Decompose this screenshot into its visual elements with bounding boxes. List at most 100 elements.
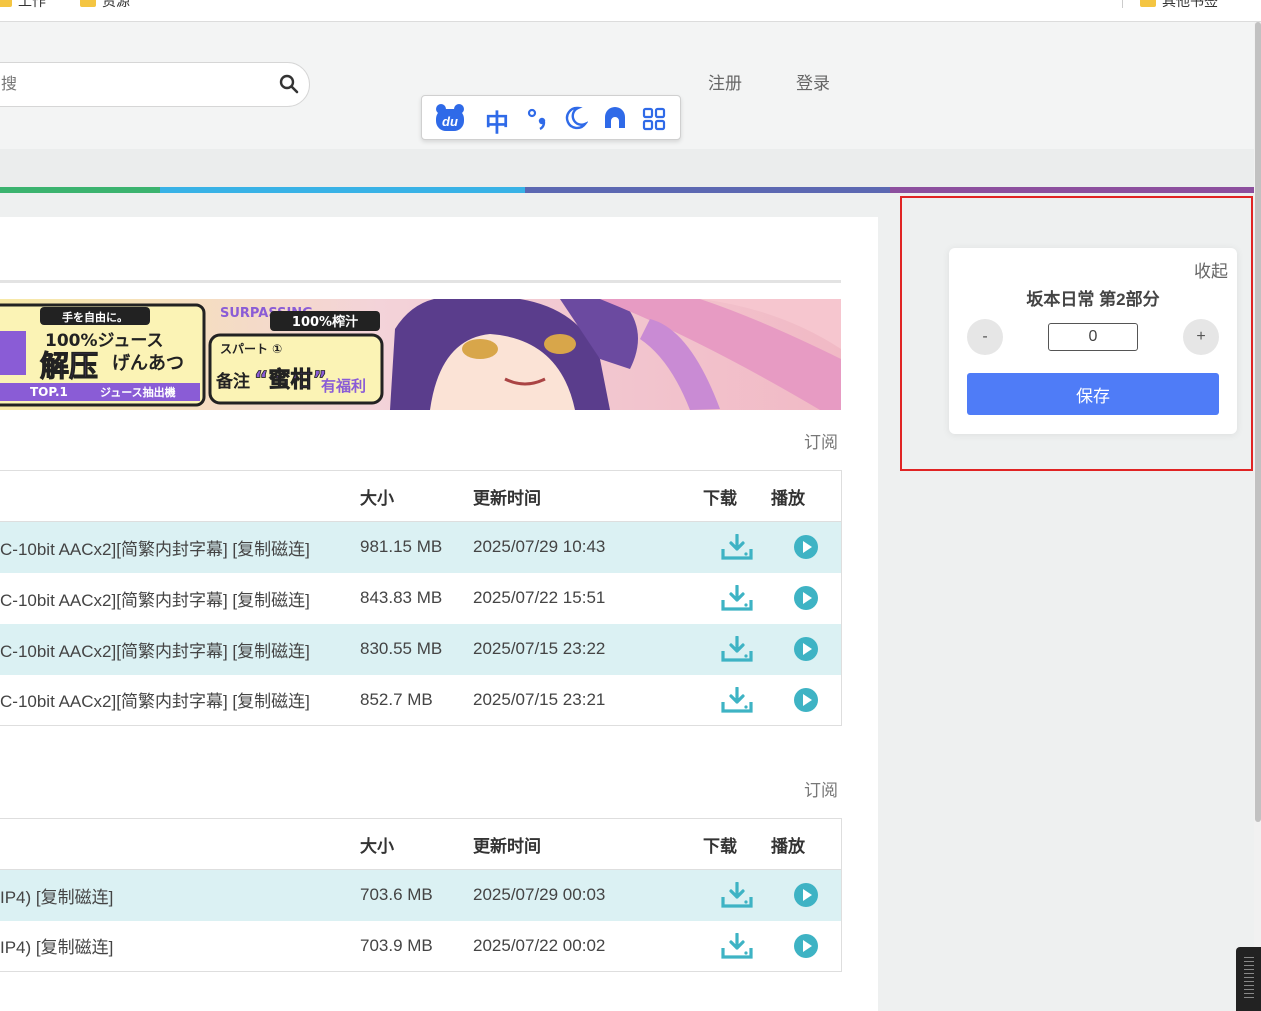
file-size: 981.15 MB: [360, 521, 473, 573]
bookmark-separator: [1122, 0, 1123, 8]
search-box: [0, 62, 310, 107]
bookmark-other[interactable]: 其他书签: [1140, 0, 1218, 11]
part-number-input[interactable]: [1048, 323, 1138, 351]
download-icon[interactable]: [721, 636, 753, 662]
play-icon[interactable]: [793, 636, 819, 662]
banner-artwork: 手を自由に。 100%ジュース 解压 げんあつ TOP.1 ジュース抽出機 SU…: [0, 299, 841, 410]
play-icon[interactable]: [793, 687, 819, 713]
file-name-link[interactable]: IP4) [复制磁连]: [0, 921, 360, 972]
ad-banner[interactable]: 手を自由に。 100%ジュース 解压 げんあつ TOP.1 ジュース抽出機 SU…: [0, 299, 841, 410]
bookmark-label: 工作: [18, 0, 46, 9]
bookmark-label: 资源: [102, 0, 130, 9]
file-size: 843.83 MB: [360, 588, 443, 607]
update-time: 2025/07/22 00:02: [473, 935, 606, 955]
skin-icon[interactable]: [602, 106, 628, 130]
save-button[interactable]: 保存: [967, 373, 1219, 415]
table-row: IP4) [复制磁连] 703.6 MB 2025/07/29 00:03: [0, 869, 841, 921]
column-header-play: 播放: [771, 818, 841, 870]
color-stripe: [160, 187, 525, 193]
banner-text: げんあつ: [112, 353, 184, 374]
banner-text: “蜜柑”: [254, 367, 327, 393]
play-icon[interactable]: [793, 882, 819, 908]
file-name-link[interactable]: C-10bit AACx2][简繁内封字幕] [复制磁连]: [0, 573, 360, 624]
bookmark-resources[interactable]: 资源: [80, 0, 130, 11]
bookmark-work[interactable]: 工作: [0, 0, 46, 11]
file-size: 703.9 MB: [360, 935, 433, 955]
bookmark-bar: 工作 资源 其他书签: [0, 0, 1261, 22]
sub-navbar: [0, 149, 1254, 187]
download-icon[interactable]: [721, 882, 753, 908]
banner-text: 解压: [40, 349, 98, 383]
update-time: 2025/07/29 00:03: [473, 869, 703, 921]
update-time: 2025/07/29 10:43: [473, 521, 703, 573]
search-icon[interactable]: [279, 74, 299, 94]
main-content: 手を自由に。 100%ジュース 解压 げんあつ TOP.1 ジュース抽出機 SU…: [0, 217, 878, 1011]
column-header-time: 更新时间: [473, 818, 703, 870]
table-row: C-10bit AACx2][简繁内封字幕] [复制磁连] 843.83 MB …: [0, 573, 841, 624]
update-time: 2025/07/22 15:51: [473, 588, 606, 607]
update-time: 2025/07/15 23:22: [473, 623, 703, 675]
tracker-title: 坂本日常 第2部分: [1026, 290, 1160, 309]
folder-icon: [0, 0, 12, 7]
banner-text: ジュース抽出機: [100, 385, 176, 399]
banner-text: TOP.1: [30, 385, 68, 399]
collapse-button[interactable]: 收起: [1194, 257, 1228, 282]
file-table: 大小 更新时间 下载 播放 IP4) [复制磁连] 703.6 MB 2025/…: [0, 818, 842, 972]
language-toggle[interactable]: 中: [485, 103, 509, 138]
banner-text: スパート ①: [220, 342, 282, 356]
ime-toolbar: du 中: [421, 95, 681, 140]
column-header-play: 播放: [771, 470, 841, 522]
download-icon[interactable]: [721, 932, 753, 959]
column-header-download: 下载: [703, 470, 771, 522]
scrollbar-thumb[interactable]: [1255, 22, 1261, 822]
file-name-link[interactable]: C-10bit AACx2][简繁内封字幕] [复制磁连]: [0, 675, 360, 726]
column-header-time: 更新时间: [473, 470, 703, 522]
table-header-row: 大小 更新时间 下载 播放: [0, 470, 841, 522]
file-size: 703.6 MB: [360, 869, 473, 921]
login-link[interactable]: 登录: [796, 69, 830, 94]
floating-widget[interactable]: [1236, 947, 1261, 1011]
folder-icon: [1140, 0, 1156, 7]
column-header-name: [0, 818, 360, 870]
color-stripe: [0, 187, 160, 193]
decrement-button[interactable]: -: [967, 319, 1003, 355]
episode-tracker-card: 收起 坂本日常 第2部分 - + 保存: [949, 248, 1237, 434]
svg-text:du: du: [442, 114, 458, 129]
section-divider: [0, 280, 841, 283]
column-header-size: 大小: [360, 470, 473, 522]
file-name-link[interactable]: C-10bit AACx2][简繁内封字幕] [复制磁连]: [0, 623, 360, 675]
download-icon[interactable]: [721, 686, 753, 713]
table-header-row: 大小 更新时间 下载 播放: [0, 818, 841, 870]
banner-text: 有福利: [321, 377, 366, 395]
download-icon[interactable]: [721, 534, 753, 560]
baidu-paw-icon[interactable]: du: [434, 103, 466, 133]
file-table: 大小 更新时间 下载 播放 C-10bit AACx2][简繁内封字幕] [复制…: [0, 470, 842, 726]
punctuation-icon[interactable]: [527, 107, 549, 131]
play-icon[interactable]: [793, 585, 819, 611]
play-icon[interactable]: [793, 534, 819, 560]
column-header-name: [0, 470, 360, 522]
file-name-link[interactable]: C-10bit AACx2][简繁内封字幕] [复制磁连]: [0, 521, 360, 573]
search-input[interactable]: [1, 73, 241, 97]
subscribe-link[interactable]: 订阅: [804, 776, 838, 801]
file-size: 830.55 MB: [360, 623, 473, 675]
register-link[interactable]: 注册: [708, 69, 742, 94]
grid-menu-icon[interactable]: [642, 107, 666, 131]
table-row: C-10bit AACx2][简繁内封字幕] [复制磁连] 852.7 MB 2…: [0, 675, 841, 726]
increment-button[interactable]: +: [1183, 319, 1219, 355]
file-name-link[interactable]: IP4) [复制磁连]: [0, 869, 360, 921]
table-row: C-10bit AACx2][简繁内封字幕] [复制磁连] 830.55 MB …: [0, 623, 841, 675]
column-header-download: 下载: [703, 818, 771, 870]
moon-icon[interactable]: [564, 105, 588, 131]
banner-text: 备注: [215, 371, 250, 392]
file-size: 852.7 MB: [360, 689, 433, 709]
bookmark-label: 其他书签: [1162, 0, 1218, 9]
color-stripe: [525, 187, 890, 193]
banner-text: 手を自由に。: [62, 310, 128, 324]
play-icon[interactable]: [793, 933, 819, 959]
table-row: C-10bit AACx2][简繁内封字幕] [复制磁连] 981.15 MB …: [0, 521, 841, 573]
folder-icon: [80, 0, 96, 7]
subscribe-link[interactable]: 订阅: [804, 428, 838, 453]
table-row: IP4) [复制磁连] 703.9 MB 2025/07/22 00:02: [0, 921, 841, 972]
download-icon[interactable]: [721, 585, 753, 611]
